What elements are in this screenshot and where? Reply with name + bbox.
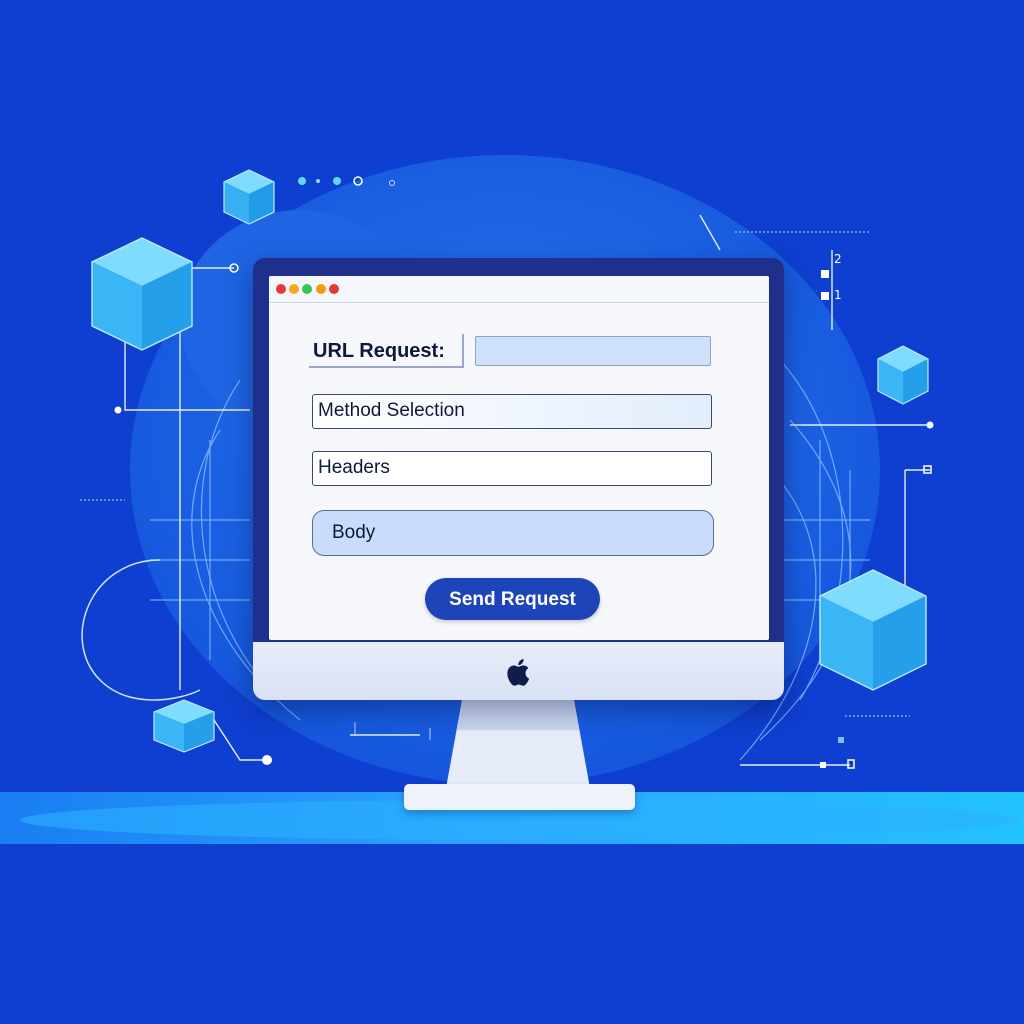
monitor: URL Request: Method Selection Headers Bo… [253, 258, 784, 700]
side-number-1: 1 [834, 288, 842, 302]
scene-background: 2 1 URL Request: Method Selection Header… [0, 0, 1024, 1024]
monitor-base [404, 784, 635, 810]
url-input[interactable] [475, 336, 711, 366]
body-field[interactable]: Body [312, 510, 714, 556]
method-selection-field[interactable]: Method Selection [312, 394, 712, 429]
cube-icon [819, 569, 927, 691]
headers-field[interactable]: Headers [312, 451, 712, 486]
url-request-label: URL Request: [309, 334, 464, 368]
send-request-button[interactable]: Send Request [425, 578, 600, 620]
monitor-chin [253, 642, 784, 700]
cube-icon [91, 237, 193, 351]
window-control-dot-green[interactable] [302, 284, 312, 294]
cube-icon [223, 169, 275, 225]
app-window: URL Request: Method Selection Headers Bo… [269, 276, 769, 640]
window-control-dot-orange[interactable] [289, 284, 299, 294]
monitor-stand [446, 700, 590, 788]
cube-icon [153, 699, 215, 753]
window-control-dot-red-2[interactable] [329, 284, 339, 294]
side-number-2: 2 [834, 252, 842, 266]
window-control-dot-red[interactable] [276, 284, 286, 294]
window-titlebar [269, 276, 769, 303]
apple-logo-icon [507, 659, 530, 686]
cube-icon [877, 345, 929, 405]
window-control-dot-orange-2[interactable] [316, 284, 326, 294]
